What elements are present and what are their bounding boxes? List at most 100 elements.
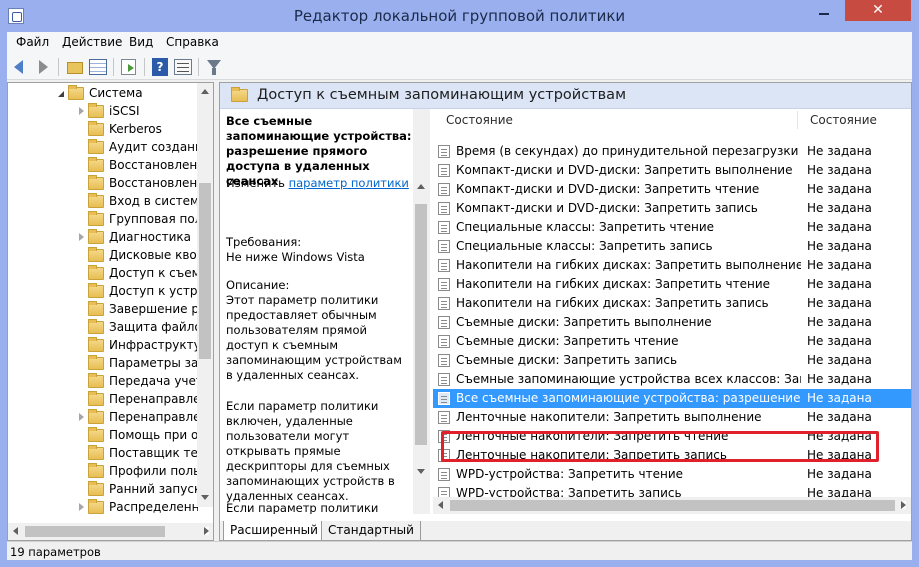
tree-item-label: Kerberos [109,122,162,136]
tree-item[interactable]: Вход в систему [8,193,198,211]
tree-item[interactable]: Kerberos [8,121,198,139]
properties-button[interactable] [173,57,193,77]
policy-row[interactable]: Накопители на гибких дисках: Запретить ч… [433,275,911,294]
tree-item[interactable]: Завершение раб [8,301,198,319]
policy-state: Не задана [807,410,872,424]
forward-icon [39,60,48,74]
policy-row[interactable]: Ленточные накопители: Запретить выполнен… [433,408,911,427]
tree-item[interactable]: Перенаправлени [8,409,198,427]
tree-horizontal-scrollbar[interactable] [8,523,213,540]
tree-item[interactable]: Передача учетн [8,373,198,391]
tree-item[interactable]: Профили польз [8,463,198,481]
folder-icon [88,427,104,442]
tree-item[interactable]: Помощь при ош [8,427,198,445]
policy-state: Не задана [807,277,872,291]
tree-item[interactable]: Восстановлени [8,157,198,175]
policy-row[interactable]: Время (в секундах) до принудительной пер… [433,142,911,161]
export-list-button[interactable] [119,57,139,77]
tree-item[interactable]: Поставщик тене [8,445,198,463]
policy-state: Не задана [807,239,872,253]
folder-icon [88,463,104,478]
show-hide-tree-button[interactable] [88,57,108,77]
description-scrollbar[interactable] [413,109,430,514]
expand-icon[interactable] [79,503,84,511]
close-button[interactable]: ✕ [845,0,911,21]
up-folder-icon [67,62,83,74]
menu-action[interactable]: Действие [62,35,122,49]
edit-policy-link[interactable]: параметр политики [289,176,409,190]
tab-extended[interactable]: Расширенный [223,521,325,540]
policy-name: Съемные диски: Запретить чтение [456,334,679,348]
scroll-down-icon[interactable] [417,469,425,474]
policy-row-selected[interactable]: Все съемные запоминающие устройства: раз… [433,389,911,408]
help-button[interactable]: ? [150,57,170,77]
toolbar-separator [198,58,199,76]
tree-item[interactable]: Диагностика [8,229,198,247]
policy-setting-icon [438,221,450,234]
list-horizontal-scrollbar[interactable] [433,497,911,514]
tree-item[interactable]: Дисковые квоты [8,247,198,265]
policy-row[interactable]: Съемные диски: Запретить выполнение Не за… [433,313,911,332]
policy-row[interactable]: Накопители на гибких дисках: Запретить в… [433,256,911,275]
column-divider[interactable] [797,111,798,129]
tree-item[interactable]: Доступ к съемн [8,265,198,283]
tree-item[interactable]: Групповая поли [8,211,198,229]
folder-icon [88,373,104,388]
policy-setting-icon [438,297,450,310]
policy-row[interactable]: Накопители на гибких дисках: Запретить з… [433,294,911,313]
collapse-icon[interactable] [58,91,64,97]
tree-vertical-scrollbar[interactable] [197,83,213,507]
policy-row[interactable]: Компакт-диски и DVD-диски: Запретить зап… [433,199,911,218]
tree-item[interactable]: Восстановлени [8,175,198,193]
scroll-right-icon[interactable] [901,501,906,509]
menu-help[interactable]: Справка [166,35,219,49]
tree-item[interactable]: Защита файлов [8,319,198,337]
minimize-button[interactable] [810,0,838,22]
policy-row[interactable]: Съемные диски: Запретить запись Не задана [433,351,911,370]
scroll-thumb[interactable] [415,204,427,445]
tree-item[interactable]: iSCSI [8,103,198,121]
scroll-thumb[interactable] [25,526,165,537]
tab-standard[interactable]: Стандартный [321,521,421,540]
folder-icon [88,121,104,136]
policy-state: Не задана [807,258,872,272]
policy-row[interactable]: Компакт-диски и DVD-диски: Запретить чте… [433,180,911,199]
policy-setting-icon [438,316,450,329]
scroll-down-icon[interactable] [201,495,209,500]
expand-icon[interactable] [79,107,84,115]
scroll-left-icon[interactable] [438,501,443,509]
filter-button[interactable] [204,57,224,77]
menu-view[interactable]: Вид [129,35,153,49]
tree-item[interactable]: Доступ к устрой [8,283,198,301]
tree-item[interactable]: Распределенная [8,499,198,517]
back-button[interactable] [11,57,31,77]
tree-item[interactable]: Ранний запуск а [8,481,198,499]
scroll-thumb[interactable] [199,183,211,359]
expand-icon[interactable] [79,413,84,421]
policy-row[interactable]: Съемные запоминающие устройства всех кла… [433,370,911,389]
forward-button[interactable] [33,57,53,77]
tree-item[interactable]: Перенаправлени [8,391,198,409]
policy-row[interactable]: WPD-устройства: Запретить чтение Не задан… [433,465,911,484]
policy-row[interactable]: Компакт-диски и DVD-диски: Запретить вып… [433,161,911,180]
tree-item[interactable]: Инфраструктура [8,337,198,355]
up-folder-button[interactable] [65,57,85,77]
scroll-thumb[interactable] [450,500,895,511]
policy-setting-icon [438,354,450,367]
policy-row[interactable]: Специальные классы: Запретить запись Не з… [433,237,911,256]
tree-item[interactable]: Система [8,85,198,103]
column-header-state[interactable]: Состояние [810,109,877,131]
policy-row[interactable]: Съемные диски: Запретить чтение Не задана [433,332,911,351]
scroll-left-icon[interactable] [13,527,18,535]
scroll-up-icon[interactable] [417,184,425,189]
title-bar[interactable]: Редактор локальной групповой политики ✕ [0,0,919,32]
expand-icon[interactable] [79,233,84,241]
menu-file[interactable]: Файл [16,35,49,49]
policy-row[interactable]: Специальные классы: Запретить чтение Не з… [433,218,911,237]
scroll-up-icon[interactable] [201,89,209,94]
tree-item[interactable]: Параметры заве [8,355,198,373]
tree-item[interactable]: Аудит создания [8,139,198,157]
navigation-tree[interactable]: Система iSCSI Kerberos Аудит создания Восста… [7,82,214,541]
column-header-name[interactable]: Состояние [446,109,513,131]
scroll-right-icon[interactable] [204,527,209,535]
